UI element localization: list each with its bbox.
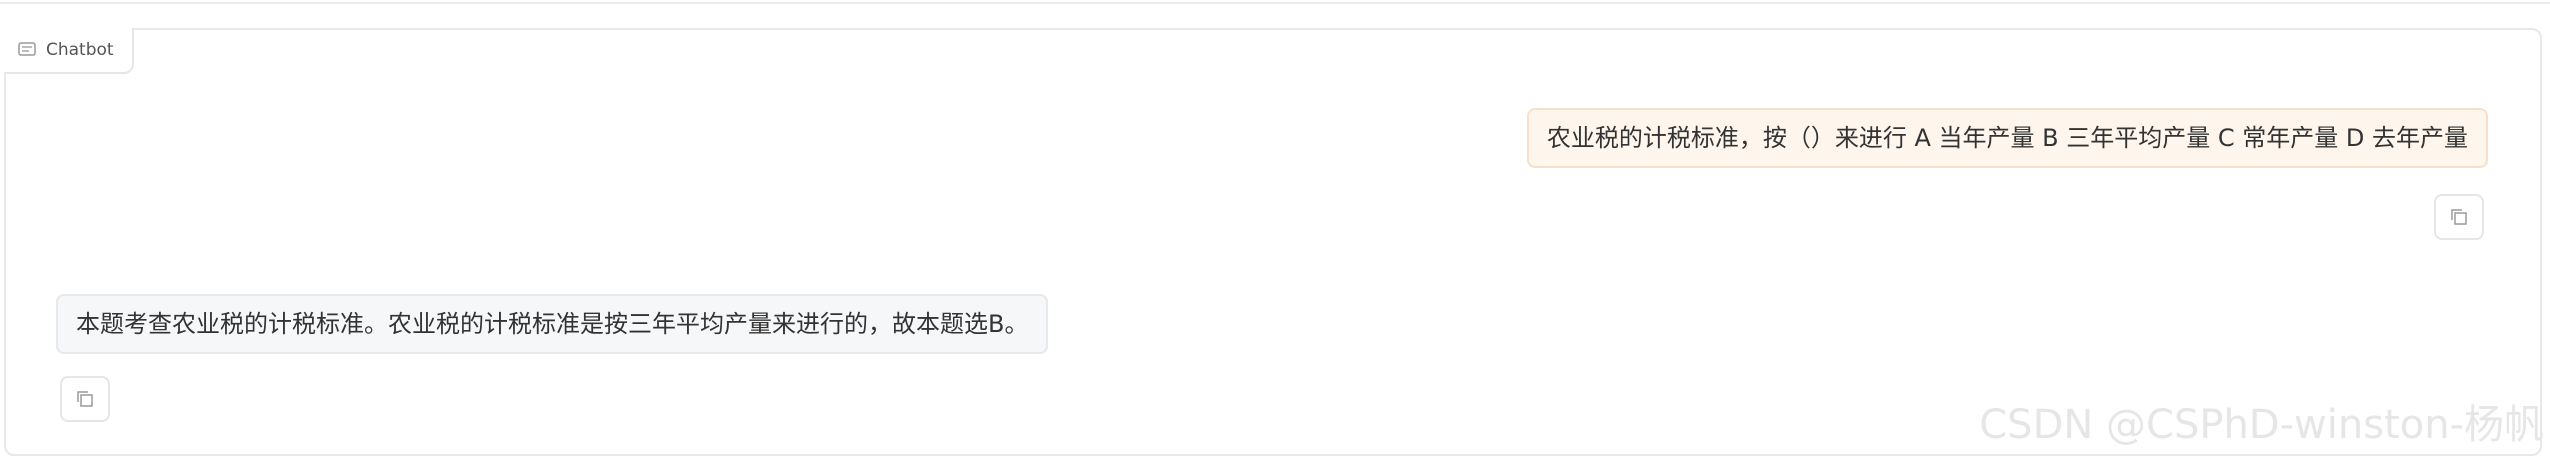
chat-icon <box>18 42 36 56</box>
copy-button[interactable] <box>60 376 110 422</box>
chatbot-label-text: Chatbot <box>46 40 114 60</box>
bot-message: 本题考查农业税的计税标准。农业税的计税标准是按三年平均产量来进行的，故本题选B。 <box>56 294 1049 354</box>
copy-icon <box>2451 209 2467 225</box>
copy-button[interactable] <box>2434 194 2484 240</box>
copy-icon <box>77 391 93 407</box>
top-divider <box>0 0 2550 4</box>
chatbot-label: Chatbot <box>4 28 134 74</box>
watermark: CSDN @CSPhD-winston-杨帆 <box>1979 402 2544 448</box>
user-message: 农业税的计税标准，按（）来进行 A 当年产量 B 三年平均产量 C 常年产量 D… <box>1526 108 2488 168</box>
